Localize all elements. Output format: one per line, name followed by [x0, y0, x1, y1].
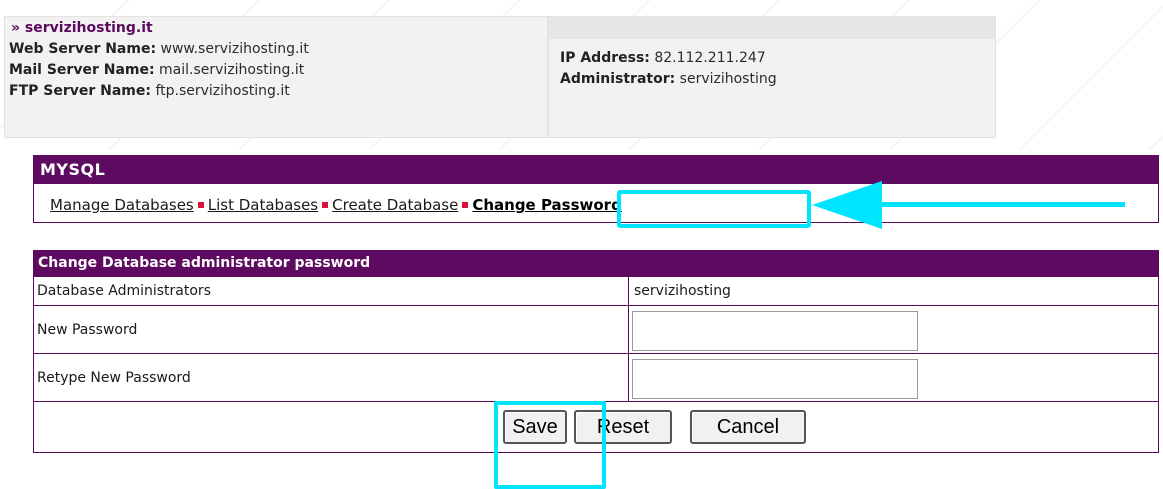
nav-create-database[interactable]: Create Database: [332, 196, 458, 214]
retype-password-label: Retype New Password: [37, 370, 191, 386]
domain-title: » servizihosting.it: [11, 20, 153, 36]
form-row-retype-password: Retype New Password: [34, 353, 1158, 401]
server-info-right: IP Address: 82.112.211.247 Administrator…: [548, 16, 996, 138]
new-password-input[interactable]: [632, 311, 918, 351]
admin-value: servizihosting: [634, 283, 731, 299]
mail-server-label: Mail Server Name:: [9, 62, 155, 78]
mail-server-value: mail.servizihosting.it: [159, 62, 305, 78]
nav-separator: [462, 202, 469, 208]
server-info-panel: » servizihosting.it Web Server Name: www…: [0, 8, 1163, 148]
ftp-server-label: FTP Server Name:: [9, 83, 151, 99]
web-server-info: Web Server Name: www.servizihosting.it: [9, 41, 309, 57]
nav-separator: [322, 202, 329, 208]
ftp-server-value: ftp.servizihosting.it: [155, 83, 290, 99]
web-server-value: www.servizihosting.it: [160, 41, 309, 57]
ftp-server-info: FTP Server Name: ftp.servizihosting.it: [9, 83, 290, 99]
save-button-highlight: [494, 401, 606, 489]
mysql-title: MYSQL: [34, 156, 1158, 184]
form-row-new-password: New Password: [34, 305, 1158, 353]
nav-separator: [197, 202, 204, 208]
form-title: Change Database administrator password: [34, 251, 1158, 276]
server-info-left: » servizihosting.it Web Server Name: www…: [4, 16, 548, 138]
annotation-arrow-line: [870, 202, 1125, 207]
server-info-right-header: [549, 17, 995, 39]
administrator-info: Administrator: servizihosting: [560, 71, 777, 87]
administrator-label: Administrator:: [560, 71, 676, 87]
new-password-label: New Password: [37, 322, 138, 338]
column-divider: [628, 354, 629, 401]
nav-manage-databases[interactable]: Manage Databases: [50, 196, 194, 214]
administrator-value: servizihosting: [679, 71, 777, 87]
form-row-admin: Database Administrators servizihosting: [34, 276, 1158, 305]
ip-address-label: IP Address:: [560, 50, 650, 66]
change-password-highlight: [617, 190, 811, 228]
web-server-label: Web Server Name:: [9, 41, 157, 57]
retype-password-input[interactable]: [632, 359, 918, 399]
nav-list-databases[interactable]: List Databases: [208, 196, 318, 214]
nav-change-password[interactable]: Change Password: [472, 196, 622, 214]
cancel-button[interactable]: Cancel: [690, 410, 806, 444]
mail-server-info: Mail Server Name: mail.servizihosting.it: [9, 62, 304, 78]
mysql-nav: Manage Databases List Databases Create Dat…: [50, 196, 622, 214]
admin-label: Database Administrators: [37, 283, 211, 299]
column-divider: [628, 306, 629, 353]
column-divider: [628, 277, 629, 305]
ip-address-info: IP Address: 82.112.211.247: [560, 50, 766, 66]
ip-address-value: 82.112.211.247: [654, 50, 766, 66]
